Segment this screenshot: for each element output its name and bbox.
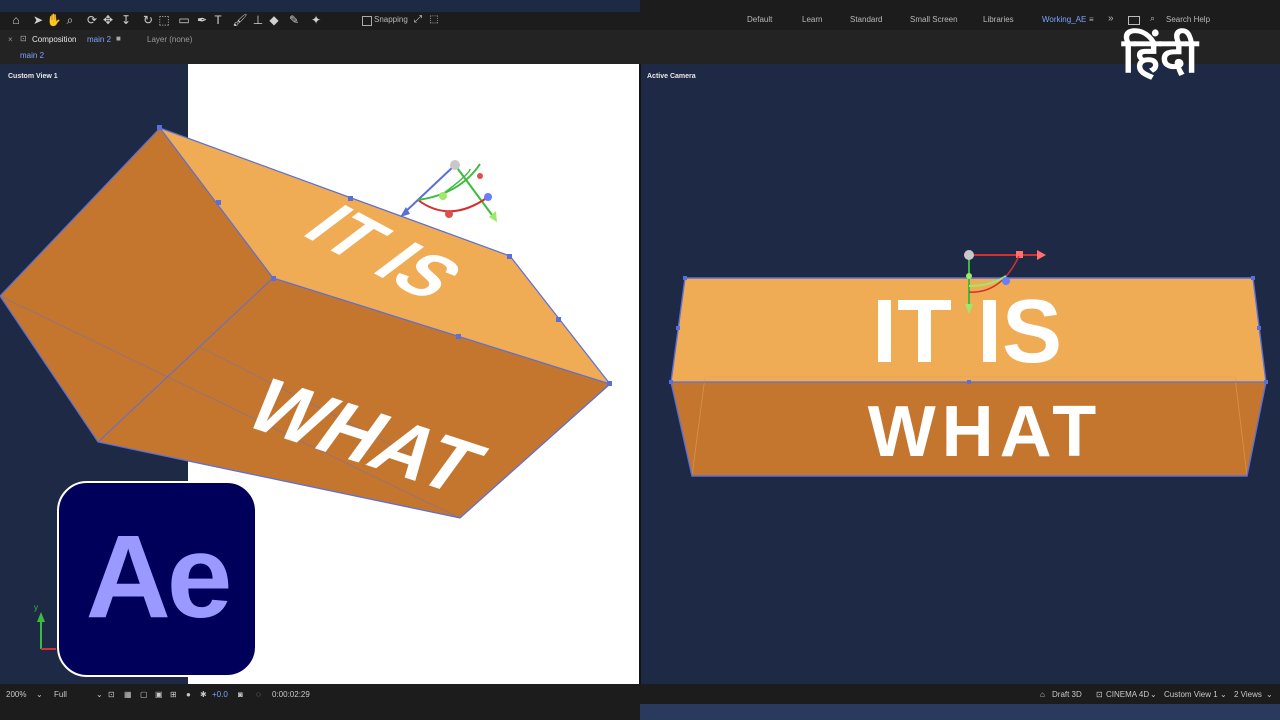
renderer-dropdown[interactable]: CINEMA 4D — [1106, 690, 1149, 699]
resolution-dropdown[interactable]: Full — [54, 690, 67, 699]
selection-tool-icon[interactable]: ➤ — [30, 12, 46, 28]
workspace-libraries[interactable]: Libraries — [983, 15, 1014, 24]
fast-preview-icon[interactable]: ⊡ — [108, 690, 115, 699]
view-menu-dropdown[interactable]: Custom View 1 — [1164, 690, 1218, 699]
composition-tab-bar: × ⊡ Composition main 2 ■ Layer (none) ma… — [0, 30, 1280, 93]
clone-stamp-icon[interactable]: ⊥ — [250, 12, 266, 28]
composition-tab-label[interactable]: Composition — [32, 35, 76, 44]
workspace-learn[interactable]: Learn — [802, 15, 822, 24]
breadcrumb-main-2[interactable]: main 2 — [20, 51, 44, 60]
dolly-tool-icon[interactable]: ↧ — [118, 12, 134, 28]
toolbar: ⌂ ➤ ✋ ⌕ ⟳ ✥ ↧ ↻ ⬚ ▭ ✒ T 🖌 ⊥ ◆ ✎ ✦ Snappi… — [0, 0, 1280, 30]
exposure-value[interactable]: +0.0 — [212, 690, 228, 699]
roto-brush-icon[interactable]: ✎ — [286, 12, 302, 28]
workspace-working-ae[interactable]: Working_AE — [1042, 15, 1086, 24]
box-top-text-front-view: IT IS — [872, 282, 1062, 382]
bottom-band-right — [640, 704, 1280, 720]
region-of-interest-icon[interactable]: ▣ — [155, 690, 163, 699]
type-tool-icon[interactable]: T — [210, 12, 226, 28]
zoom-tool-icon[interactable]: ⌕ — [62, 12, 78, 28]
view-menu-chevron-icon[interactable]: ⌄ — [1220, 690, 1227, 699]
channel-icon[interactable]: ● — [186, 690, 191, 699]
renderer-icon[interactable]: ⊡ — [1096, 690, 1103, 699]
current-time-field[interactable]: 0:00:02:29 — [272, 690, 310, 699]
toolbar-strip — [0, 0, 640, 12]
more-workspaces-icon[interactable]: » — [1108, 13, 1114, 24]
workspace-menu-icon[interactable]: ≡ — [1089, 15, 1094, 24]
exposure-reset-icon[interactable]: ✱ — [200, 690, 207, 699]
draft-3d-toggle[interactable]: Draft 3D — [1052, 690, 1082, 699]
workspace-default[interactable]: Default — [747, 15, 772, 24]
anchor-tool-icon[interactable]: ⬚ — [156, 12, 172, 28]
show-snapshot-icon[interactable]: ◌ — [256, 690, 261, 699]
hindi-title: हिंदी — [1122, 28, 1198, 84]
zoom-chevron-icon[interactable]: ⌄ — [36, 690, 43, 699]
lock-icon[interactable]: ⊡ — [20, 34, 27, 43]
puppet-pin-icon[interactable]: ✦ — [308, 12, 324, 28]
orbit-tool-icon[interactable]: ⟳ — [84, 12, 100, 28]
rotation-gizmo[interactable] — [400, 160, 497, 222]
transparency-grid-icon[interactable]: ▦ — [124, 690, 132, 699]
tab-menu-icon[interactable]: ■ — [116, 34, 121, 43]
layer-tab[interactable]: Layer (none) — [147, 35, 192, 44]
resolution-chevron-icon[interactable]: ⌄ — [96, 690, 103, 699]
ae-logo-text: Ae — [85, 511, 233, 643]
box-front-text-front-view: WHAT — [868, 392, 1103, 472]
renderer-chevron-icon[interactable]: ⌄ — [1150, 690, 1157, 699]
right-3d-box[interactable]: IT IS WHAT — [641, 64, 1280, 684]
eraser-tool-icon[interactable]: ◆ — [266, 12, 282, 28]
rotate-tool-icon[interactable]: ↻ — [140, 12, 156, 28]
snapping-checkbox[interactable] — [362, 16, 372, 26]
pen-tool-icon[interactable]: ✒ — [194, 12, 210, 28]
zoom-dropdown[interactable]: 200% — [6, 690, 26, 699]
composition-tab-name[interactable]: main 2 — [87, 35, 111, 44]
home-icon[interactable]: ⌂ — [8, 12, 24, 28]
draft-3d-icon[interactable]: ⌂ — [1040, 690, 1045, 699]
viewer-status-bar — [0, 684, 1280, 704]
grid-guides-icon[interactable]: ⊞ — [170, 690, 177, 699]
snapping-label: Snapping — [374, 15, 408, 24]
snap-features-icon[interactable]: ⬚ — [426, 12, 442, 28]
svg-text:y: y — [34, 603, 38, 612]
workspace-standard[interactable]: Standard — [850, 15, 882, 24]
view-layout-dropdown[interactable]: 2 Views — [1234, 690, 1262, 699]
mask-visibility-icon[interactable]: ▢ — [140, 690, 148, 699]
workspace-small-screen[interactable]: Small Screen — [910, 15, 958, 24]
axis-indicator: y — [34, 603, 56, 650]
rectangle-tool-icon[interactable]: ▭ — [176, 12, 192, 28]
snap-edges-icon[interactable]: ⤢ — [410, 12, 426, 28]
after-effects-logo: Ae — [57, 481, 257, 677]
pan-tool-icon[interactable]: ✥ — [100, 12, 116, 28]
hand-tool-icon[interactable]: ✋ — [46, 12, 62, 28]
view-layout-chevron-icon[interactable]: ⌄ — [1266, 690, 1273, 699]
snapshot-icon[interactable]: ◙ — [238, 690, 243, 699]
brush-tool-icon[interactable]: 🖌 — [232, 12, 248, 28]
close-tab-icon[interactable]: × — [8, 35, 13, 44]
